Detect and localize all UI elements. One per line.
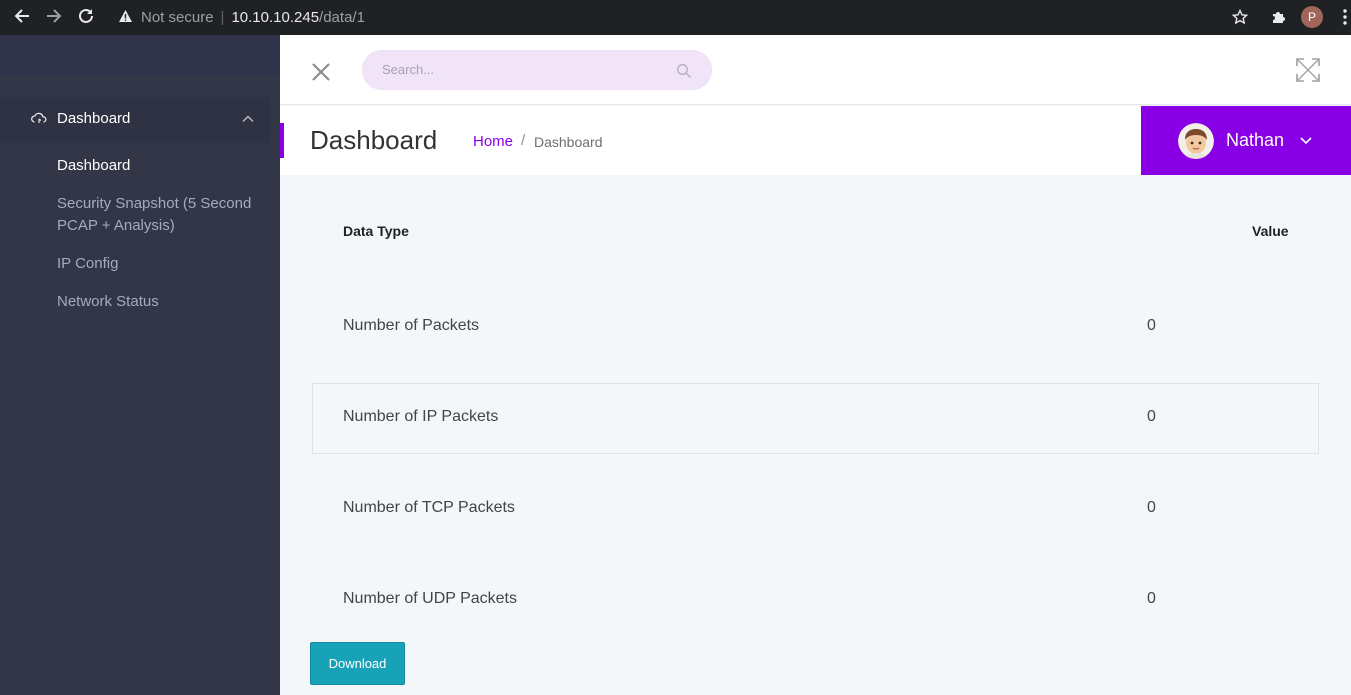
title-accent-bar (280, 123, 284, 158)
sidebar: Dashboard Dashboard Security Snapshot (5… (0, 35, 280, 695)
chevron-up-icon[interactable] (240, 111, 256, 127)
column-header-value: Value (1252, 223, 1289, 239)
search-box (362, 50, 712, 90)
row-data-type: Number of IP Packets (343, 408, 499, 425)
sidebar-item-dashboard[interactable]: Dashboard (57, 155, 257, 177)
address-bar[interactable]: Not secure | 10.10.10.245/data/1 (112, 3, 365, 31)
column-header-data-type: Data Type (343, 223, 409, 239)
download-button[interactable]: Download (310, 642, 405, 685)
table-row: Number of TCP Packets 0 (312, 474, 1319, 545)
row-data-type: Number of Packets (343, 317, 480, 334)
row-value: 0 (1147, 408, 1156, 425)
sidebar-item-network-status[interactable]: Network Status (57, 291, 257, 313)
profile-avatar[interactable]: P (1300, 5, 1324, 29)
sidebar-section-dashboard[interactable]: Dashboard (0, 97, 270, 143)
cloud-dashboard-icon (30, 110, 48, 128)
forward-arrow-icon[interactable] (43, 5, 65, 27)
row-data-type: Number of UDP Packets (343, 590, 517, 607)
table-row: Number of Packets 0 (312, 292, 1319, 363)
browser-toolbar: Not secure | 10.10.10.245/data/1 P (0, 0, 1351, 35)
breadcrumb-current: Dashboard (534, 134, 603, 150)
breadcrumb-home-link[interactable]: Home (473, 133, 513, 150)
user-avatar (1178, 123, 1214, 159)
close-icon[interactable] (310, 61, 332, 83)
search-icon[interactable] (676, 63, 692, 79)
back-arrow-icon[interactable] (11, 5, 33, 27)
url-host: 10.10.10.245 (231, 8, 320, 26)
user-menu-button[interactable]: Nathan (1141, 106, 1351, 175)
search-input[interactable] (382, 62, 662, 77)
top-bar (280, 35, 1351, 105)
security-label: Not secure (141, 8, 214, 26)
sidebar-brand-strip (0, 35, 280, 75)
reload-icon[interactable] (75, 5, 97, 27)
page-title: Dashboard (310, 125, 438, 155)
row-value: 0 (1147, 590, 1156, 607)
row-value: 0 (1147, 499, 1156, 516)
row-data-type: Number of TCP Packets (343, 499, 515, 516)
user-name: Nathan (1226, 130, 1285, 150)
warning-triangle-icon (118, 9, 133, 26)
fullscreen-icon[interactable] (1295, 57, 1321, 83)
row-value: 0 (1147, 317, 1156, 334)
address-separator: | (220, 8, 225, 26)
table-row: Number of UDP Packets 0 (312, 565, 1319, 636)
table-row: Number of IP Packets 0 (312, 383, 1319, 454)
breadcrumb-separator: / (521, 132, 526, 149)
sidebar-item-ip-config[interactable]: IP Config (57, 253, 257, 275)
page-header: Dashboard Home / Dashboard Nathan (280, 106, 1351, 175)
bookmark-star-icon[interactable] (1228, 5, 1252, 29)
extensions-puzzle-icon[interactable] (1267, 5, 1291, 29)
sidebar-section-label: Dashboard (57, 110, 131, 127)
url-path: /data/1 (319, 8, 365, 26)
browser-menu-icon[interactable] (1333, 5, 1351, 29)
chevron-down-icon (1299, 133, 1313, 147)
sidebar-item-security-snapshot[interactable]: Security Snapshot (5 Second PCAP + Analy… (57, 193, 257, 237)
